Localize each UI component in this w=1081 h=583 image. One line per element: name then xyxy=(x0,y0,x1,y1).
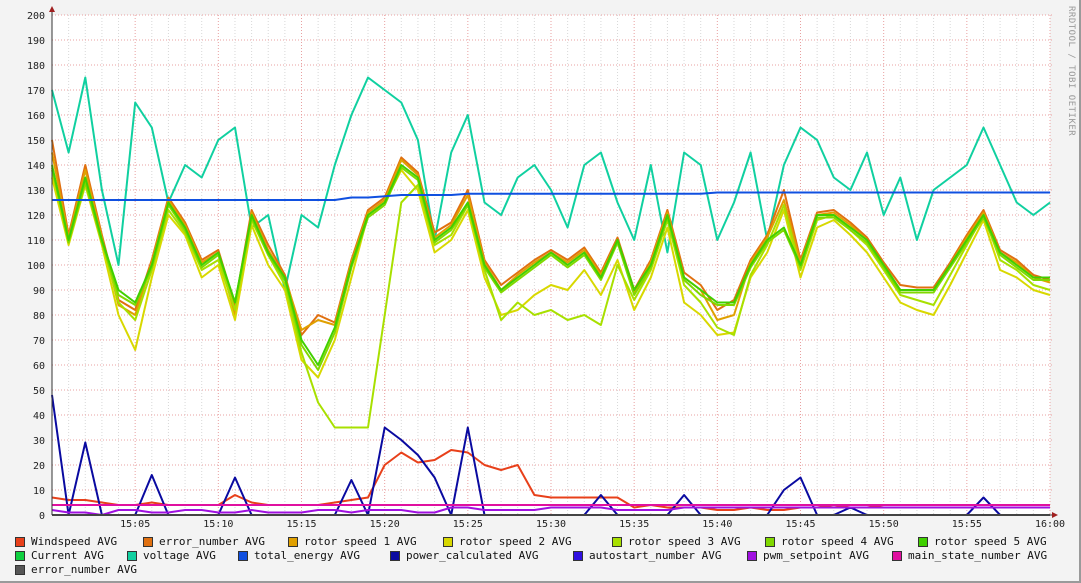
legend-swatch xyxy=(443,536,453,547)
legend-item: autostart_number AVG xyxy=(573,549,721,562)
y-tick-label: 150 xyxy=(27,136,45,147)
x-tick-label: 15:45 xyxy=(785,519,815,530)
legend-item: error_number AVG xyxy=(143,535,265,548)
legend-item: voltage AVG xyxy=(127,549,216,562)
x-tick-label: 15:15 xyxy=(286,519,316,530)
y-tick-label: 10 xyxy=(33,486,45,497)
y-tick-label: 130 xyxy=(27,186,45,197)
y-tick-label: 90 xyxy=(33,286,45,297)
legend-label: rotor speed 5 AVG xyxy=(934,535,1047,548)
y-tick-label: 170 xyxy=(27,86,45,97)
y-tick-label: 110 xyxy=(27,236,45,247)
x-tick-label: 15:50 xyxy=(869,519,899,530)
x-tick-label: 15:55 xyxy=(952,519,982,530)
legend-swatch xyxy=(573,550,583,561)
y-tick-label: 140 xyxy=(27,161,45,172)
y-tick-label: 40 xyxy=(33,411,45,422)
legend-swatch xyxy=(918,536,928,547)
y-tick-label: 160 xyxy=(27,111,45,122)
legend-label: power_calculated AVG xyxy=(406,549,539,562)
legend-label: error_number AVG xyxy=(31,563,137,576)
y-tick-label: 0 xyxy=(39,511,45,522)
x-tick-label: 15:40 xyxy=(702,519,732,530)
legend-label: rotor speed 1 AVG xyxy=(304,535,417,548)
legend-label: pwm_setpoint AVG xyxy=(763,549,869,562)
legend-swatch xyxy=(390,550,400,561)
x-tick-label: 16:00 xyxy=(1035,519,1065,530)
legend-swatch xyxy=(127,550,137,561)
y-tick-label: 200 xyxy=(27,11,45,22)
line-chart: 0 10 20 30 40 50 60 70 80 90 100 110 120 130 140 150 160… xyxy=(27,6,1065,530)
legend-item: rotor speed 1 AVG xyxy=(288,535,417,548)
legend-swatch xyxy=(765,536,775,547)
legend-swatch xyxy=(288,536,298,547)
x-tick-label: 15:05 xyxy=(120,519,150,530)
legend-item: total_energy AVG xyxy=(238,549,360,562)
x-tick-label: 15:20 xyxy=(370,519,400,530)
y-tick-label: 100 xyxy=(27,261,45,272)
legend-label: Windspeed AVG xyxy=(31,535,118,548)
y-tick-label: 30 xyxy=(33,436,45,447)
watermark: RRDTOOL / TOBI OETIKER xyxy=(1066,6,1076,137)
legend-label: total_energy AVG xyxy=(254,549,360,562)
legend-swatch xyxy=(143,536,153,547)
x-tick-label: 15:35 xyxy=(619,519,649,530)
y-tick-label: 180 xyxy=(27,61,45,72)
legend-item: main_state_number AVG xyxy=(892,549,1047,562)
legend-swatch xyxy=(747,550,757,561)
y-tick-label: 80 xyxy=(33,311,45,322)
legend-swatch xyxy=(15,536,25,547)
legend-item: rotor speed 5 AVG xyxy=(918,535,1047,548)
legend-swatch xyxy=(892,550,902,561)
legend-item: rotor speed 2 AVG xyxy=(443,535,572,548)
legend-swatch xyxy=(15,550,25,561)
legend-item: pwm_setpoint AVG xyxy=(747,549,869,562)
y-tick-label: 50 xyxy=(33,386,45,397)
legend-label: rotor speed 2 AVG xyxy=(459,535,572,548)
legend-label: main_state_number AVG xyxy=(908,549,1048,562)
legend-label: error_number AVG xyxy=(159,535,265,548)
legend-label: rotor speed 3 AVG xyxy=(628,535,741,548)
legend-item: power_calculated AVG xyxy=(390,549,538,562)
y-tick-label: 120 xyxy=(27,211,45,222)
y-axis-ticks: 0 10 20 30 40 50 60 70 80 90 100 110 120 130 140 150 160… xyxy=(27,11,45,522)
legend-label: Current AVG xyxy=(31,549,104,562)
y-tick-label: 60 xyxy=(33,361,45,372)
legend-item: error_number AVG xyxy=(15,563,137,576)
y-tick-label: 190 xyxy=(27,36,45,47)
x-axis-ticks: 15:05 15:10 15:15 15:20 15:25 15:30 15:35 15:40… xyxy=(120,519,1065,530)
y-axis-arrow xyxy=(49,6,55,12)
legend-item: rotor speed 4 AVG xyxy=(765,535,894,548)
legend-swatch xyxy=(612,536,622,547)
x-tick-label: 15:25 xyxy=(453,519,483,530)
y-tick-label: 70 xyxy=(33,336,45,347)
legend-swatch xyxy=(238,550,248,561)
legend-label: voltage AVG xyxy=(143,549,216,562)
y-tick-label: 20 xyxy=(33,461,45,472)
legend-item: rotor speed 3 AVG xyxy=(612,535,741,548)
legend-label: rotor speed 4 AVG xyxy=(781,535,894,548)
x-axis-arrow xyxy=(1052,512,1058,518)
legend-swatch xyxy=(15,564,25,575)
legend-item: Windspeed AVG xyxy=(15,535,117,548)
legend-item: Current AVG xyxy=(15,549,104,562)
legend-label: autostart_number AVG xyxy=(589,549,722,562)
x-tick-label: 15:30 xyxy=(536,519,566,530)
x-tick-label: 15:10 xyxy=(203,519,233,530)
